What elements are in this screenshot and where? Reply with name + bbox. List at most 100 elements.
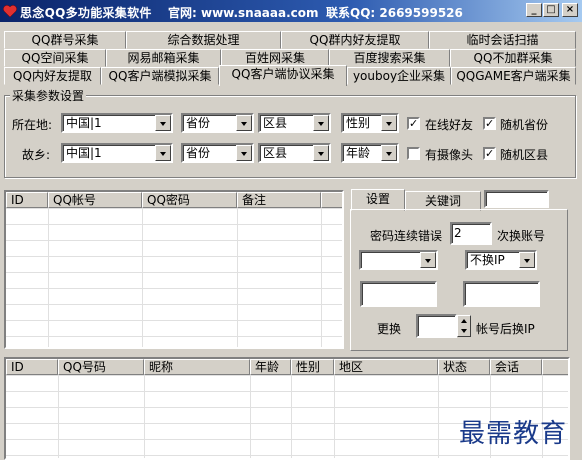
gender-select[interactable]: 性别 <box>341 113 399 133</box>
accounts-col-id[interactable]: ID <box>6 192 48 208</box>
tab-client-simulate-collect[interactable]: QQ客户端模拟采集 <box>101 67 219 85</box>
chevron-down-icon <box>313 115 329 131</box>
params-group-legend: 采集参数设置 <box>10 87 87 104</box>
grid-line <box>291 375 292 458</box>
keyword-input[interactable] <box>484 190 549 208</box>
tab-keywords[interactable]: 关键词 <box>405 191 481 211</box>
tab-youboy-collect[interactable]: youboy企业采集 <box>347 67 451 85</box>
replace-label: 更换 <box>377 322 402 336</box>
hometown-label: 故乡: <box>22 148 51 162</box>
chevron-down-icon <box>236 115 252 131</box>
tab-group-friend-extract[interactable]: QQ群内好友提取 <box>281 31 429 49</box>
app-heart-icon <box>3 5 17 18</box>
contact-qq: 联系QQ: 2669599526 <box>326 6 463 20</box>
tab-baidu-search-collect[interactable]: 百度搜索采集 <box>329 49 450 67</box>
spin-up-icon[interactable] <box>461 319 467 323</box>
results-col-gender[interactable]: 性别 <box>291 359 334 375</box>
tab-data-processing[interactable]: 综合数据处理 <box>126 31 281 49</box>
age-select[interactable]: 年龄 <box>341 143 399 163</box>
replace-count-input[interactable] <box>416 314 457 338</box>
chevron-down-icon <box>381 115 397 131</box>
accounts-table[interactable]: ID QQ帐号 QQ密码 备注 <box>4 190 344 349</box>
hometown-county-select[interactable]: 区县 <box>258 143 331 163</box>
hometown-province-select[interactable]: 省份 <box>181 143 254 163</box>
results-col-qq-number[interactable]: QQ号码 <box>58 359 144 375</box>
results-col-session[interactable]: 会话 <box>490 359 542 375</box>
tab-163-mail-collect[interactable]: 网易邮箱采集 <box>106 49 221 67</box>
hometown-county-value: 区县 <box>263 146 288 160</box>
params-group <box>4 95 576 178</box>
accounts-col-qq-password[interactable]: QQ密码 <box>142 192 237 208</box>
grid-line <box>321 208 322 347</box>
spin-down-icon[interactable] <box>461 329 467 333</box>
results-col-status[interactable]: 状态 <box>438 359 490 375</box>
grid-line <box>142 208 143 347</box>
account-mode-select[interactable] <box>359 250 438 270</box>
chevron-down-icon <box>519 252 535 268</box>
hometown-country-value: 中国|1 <box>66 146 102 160</box>
after-account-label: 帐号后换IP <box>476 322 535 336</box>
random-county-checkbox[interactable]: ✓ <box>483 147 496 160</box>
online-friend-checkbox[interactable]: ✓ <box>407 117 420 130</box>
close-button[interactable]: × <box>562 3 578 17</box>
location-county-value: 区县 <box>263 116 288 130</box>
random-province-checkbox[interactable]: ✓ <box>483 117 496 130</box>
official-site: 官网: www.snaaaa.com <box>168 6 319 20</box>
has-camera-label: 有摄像头 <box>425 148 474 162</box>
title-bar: 思念QQ多功能采集软件 官网: www.snaaaa.com 联系QQ: 266… <box>0 0 582 22</box>
hometown-country-select[interactable]: 中国|1 <box>61 143 173 163</box>
grid-line <box>58 375 59 458</box>
chevron-down-icon <box>155 145 171 161</box>
tab-client-protocol-collect[interactable]: QQ客户端协议采集 <box>219 65 347 86</box>
chevron-down-icon <box>381 145 397 161</box>
tab-qzone-collect[interactable]: QQ空间采集 <box>4 49 106 67</box>
tab-temp-session-scan[interactable]: 临时会话扫描 <box>429 31 576 49</box>
grid-line <box>438 375 439 458</box>
tab-row-3: QQ内好友提取 QQ客户端模拟采集 QQ客户端协议采集 youboy企业采集 Q… <box>4 65 576 86</box>
left-blank-input[interactable] <box>360 281 437 307</box>
tab-qq-friend-extract[interactable]: QQ内好友提取 <box>4 67 101 85</box>
chevron-down-icon <box>155 115 171 131</box>
location-label: 所在地: <box>12 118 53 132</box>
grid-line <box>250 375 251 458</box>
maximize-button[interactable]: □ <box>543 3 559 17</box>
results-col-blank <box>542 359 568 375</box>
accounts-col-blank <box>321 192 342 208</box>
chevron-down-icon <box>236 145 252 161</box>
minimize-button[interactable]: _ <box>526 3 542 17</box>
results-col-nickname[interactable]: 昵称 <box>144 359 250 375</box>
random-county-label: 随机区县 <box>500 148 549 162</box>
results-col-id[interactable]: ID <box>6 359 58 375</box>
location-province-select[interactable]: 省份 <box>181 113 254 133</box>
tab-no-join-group-collect[interactable]: QQ不加群采集 <box>450 49 576 67</box>
pwd-error-label: 密码连续错误 <box>370 229 443 243</box>
ip-mode-value: 不换IP <box>470 253 505 267</box>
location-province-value: 省份 <box>186 116 211 130</box>
has-camera-checkbox[interactable] <box>407 147 420 160</box>
watermark-text: 最需教育 <box>459 419 568 449</box>
ip-mode-select[interactable]: 不换IP <box>465 250 537 270</box>
tab-row-1: QQ群号采集 综合数据处理 QQ群内好友提取 临时会话扫描 <box>4 31 576 49</box>
grid-line <box>144 375 145 458</box>
switch-account-label: 次换账号 <box>497 229 546 243</box>
tab-qqgame-collect[interactable]: QQGAME客户端采集 <box>451 67 576 85</box>
right-blank-input[interactable] <box>463 281 540 307</box>
location-county-select[interactable]: 区县 <box>258 113 331 133</box>
results-col-age[interactable]: 年龄 <box>250 359 291 375</box>
gender-value: 性别 <box>346 116 371 130</box>
window-title: 思念QQ多功能采集软件 <box>20 6 152 20</box>
grid-line <box>237 208 238 347</box>
replace-count-spinner[interactable] <box>457 315 471 337</box>
location-country-value: 中国|1 <box>66 116 102 130</box>
accounts-grid <box>6 208 342 347</box>
accounts-col-remark[interactable]: 备注 <box>237 192 321 208</box>
random-province-label: 随机省份 <box>500 118 549 132</box>
tab-settings[interactable]: 设置 <box>351 189 405 211</box>
results-col-region[interactable]: 地区 <box>334 359 438 375</box>
tab-qq-group-collect[interactable]: QQ群号采集 <box>4 31 126 49</box>
location-country-select[interactable]: 中国|1 <box>61 113 173 133</box>
chevron-down-icon <box>313 145 329 161</box>
pwd-error-count-input[interactable]: 2 <box>450 222 492 245</box>
age-value: 年龄 <box>346 146 371 160</box>
accounts-col-qq-account[interactable]: QQ帐号 <box>48 192 142 208</box>
